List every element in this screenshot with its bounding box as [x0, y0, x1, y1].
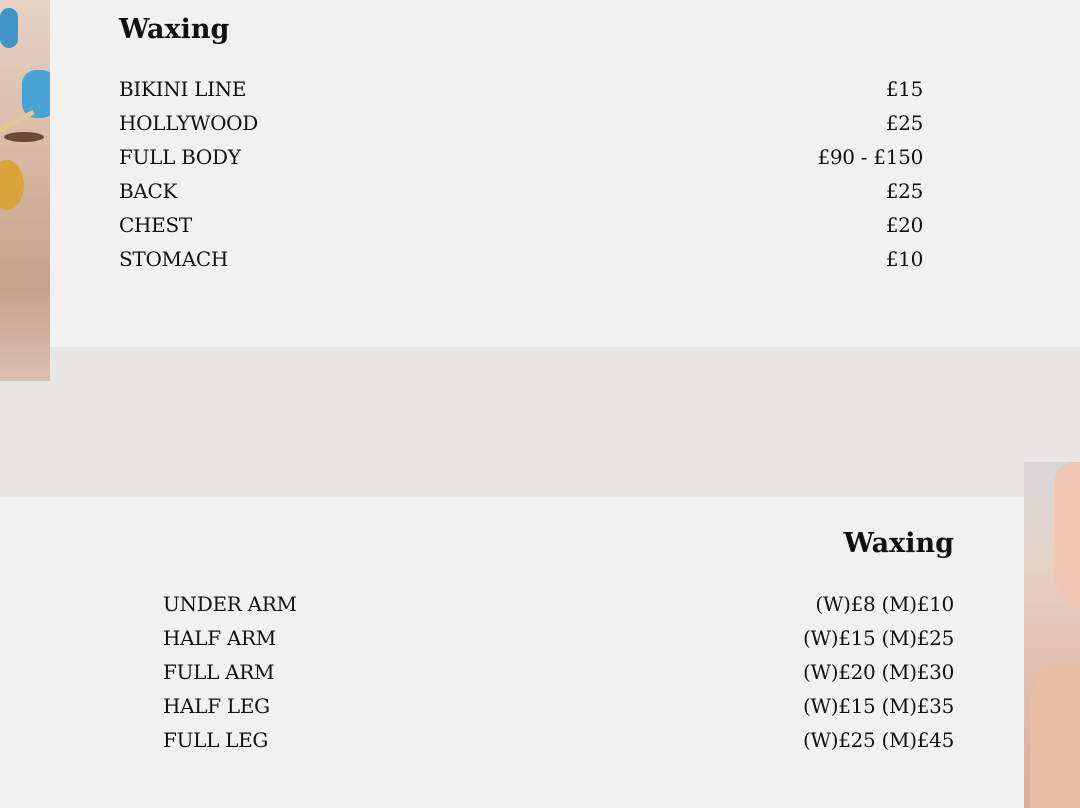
service-price: (W)£15 (M)£35 [802, 694, 954, 718]
eyebrow-shape [4, 132, 44, 142]
service-name: HALF LEG [163, 694, 270, 718]
service-price: (W)£8 (M)£10 [815, 592, 954, 616]
service-name: FULL BODY [119, 145, 241, 169]
service-price: £20 [885, 213, 924, 237]
price-row: HALF ARM (W)£15 (M)£25 [163, 623, 954, 657]
price-row: HOLLYWOOD £25 [119, 108, 923, 142]
service-name: FULL ARM [163, 660, 275, 684]
service-price: £25 [885, 111, 924, 135]
glove-shape [0, 8, 18, 48]
price-row: STOMACH £10 [119, 244, 923, 278]
section-title: Waxing [843, 528, 954, 559]
section-title: Waxing [119, 14, 230, 45]
service-name: BIKINI LINE [119, 77, 247, 101]
price-list: UNDER ARM (W)£8 (M)£10 HALF ARM (W)£15 (M)… [163, 589, 954, 759]
wax-shape [0, 160, 24, 210]
service-price: (W)£25 (M)£45 [802, 728, 954, 752]
face-shape [1054, 462, 1080, 612]
service-price: £90 - £150 [817, 145, 923, 169]
waxing-photo-man [1024, 462, 1080, 808]
price-row: BACK £25 [119, 176, 923, 210]
shoulder-shape [1030, 662, 1080, 808]
service-name: FULL LEG [163, 728, 269, 752]
price-row: FULL ARM (W)£20 (M)£30 [163, 657, 954, 691]
service-name: UNDER ARM [163, 592, 297, 616]
price-row: FULL LEG (W)£25 (M)£45 [163, 725, 954, 759]
price-row: BIKINI LINE £15 [119, 74, 923, 108]
service-name: CHEST [119, 213, 192, 237]
service-name: HALF ARM [163, 626, 276, 650]
price-row: CHEST £20 [119, 210, 923, 244]
service-price: £10 [885, 247, 924, 271]
price-row: UNDER ARM (W)£8 (M)£10 [163, 589, 954, 623]
service-price: (W)£20 (M)£30 [802, 660, 954, 684]
glove-shape [22, 70, 50, 118]
price-row: FULL BODY £90 - £150 [119, 142, 923, 176]
service-price: £25 [885, 179, 924, 203]
service-name: STOMACH [119, 247, 229, 271]
service-price: (W)£15 (M)£25 [802, 626, 954, 650]
service-price: £15 [885, 77, 924, 101]
price-list: BIKINI LINE £15 HOLLYWOOD £25 FULL BODY £90… [119, 74, 923, 278]
price-row: HALF LEG (W)£15 (M)£35 [163, 691, 954, 725]
service-name: HOLLYWOOD [119, 111, 259, 135]
service-name: BACK [119, 179, 178, 203]
waxing-photo-face [0, 0, 50, 381]
